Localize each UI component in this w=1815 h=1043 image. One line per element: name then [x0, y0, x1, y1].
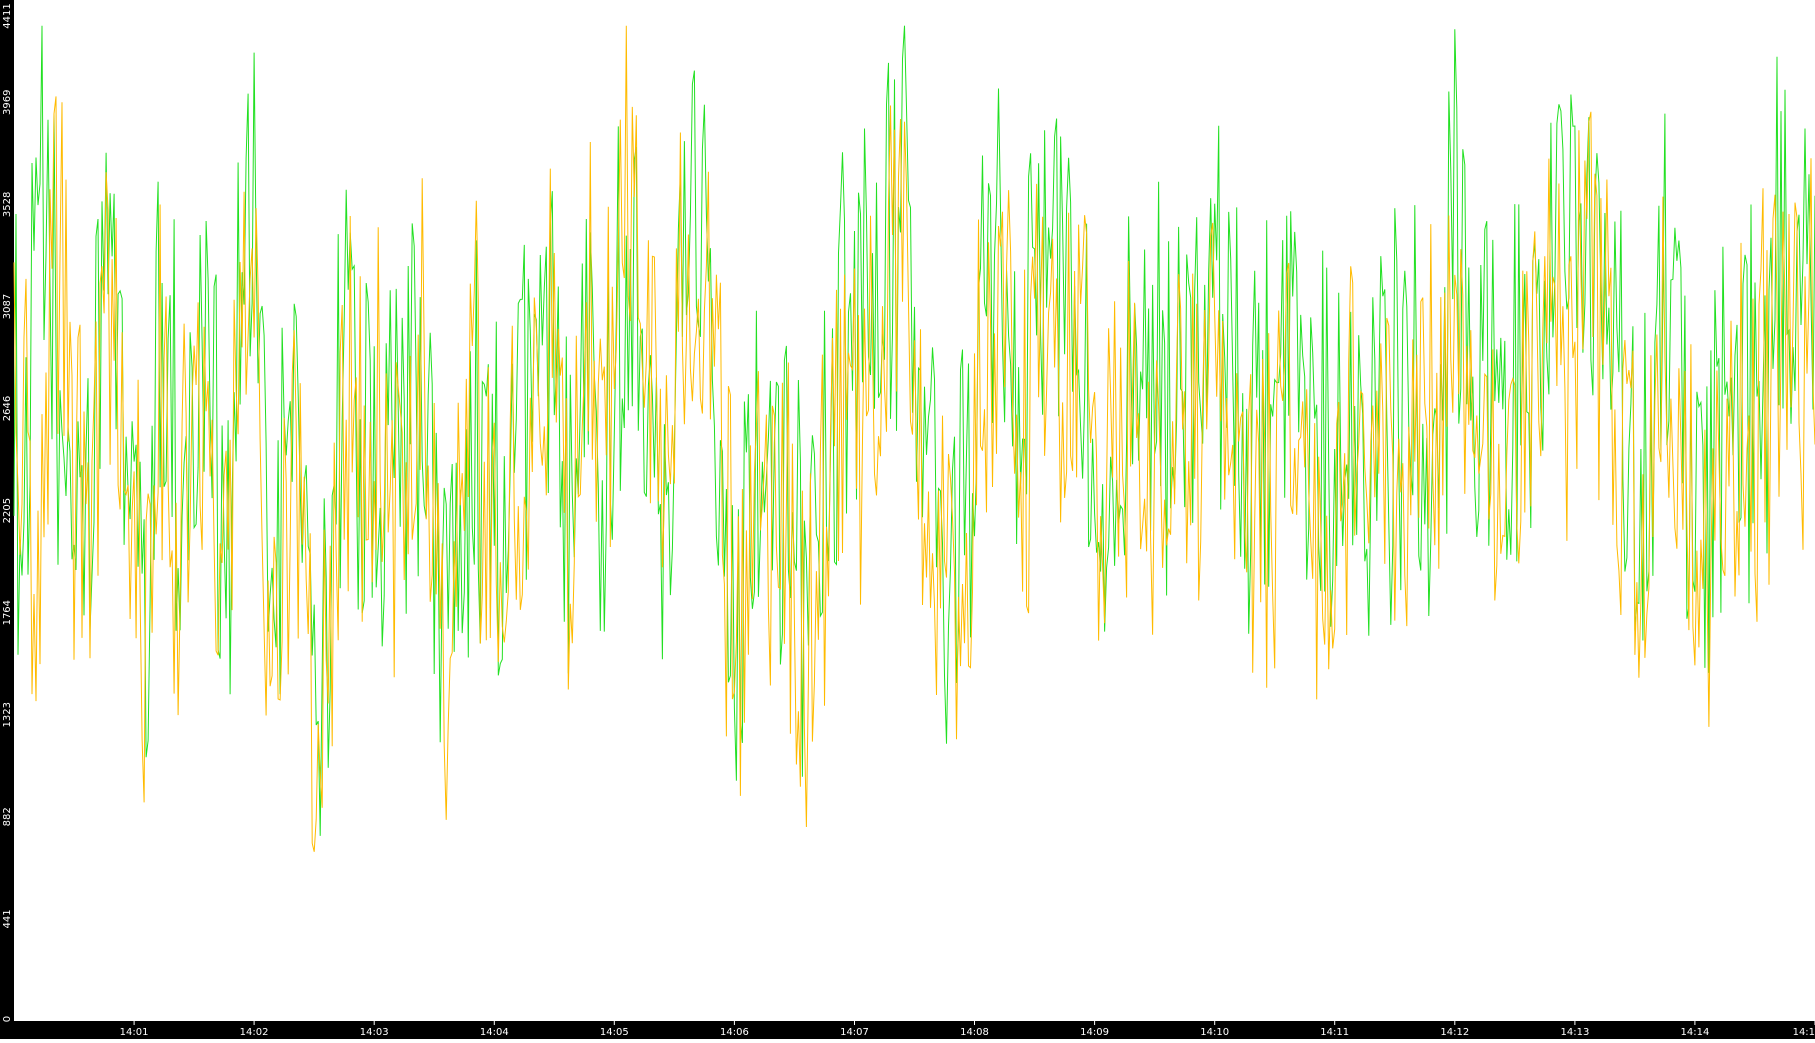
y-tick-label: 882	[2, 807, 13, 826]
x-tick-label: 14:15	[1793, 1027, 1815, 1038]
x-tick-label: 14:04	[480, 1027, 509, 1038]
y-tick-label: 1764	[2, 600, 13, 625]
y-tick-label: 4411	[2, 3, 13, 28]
x-tick-label: 14:08	[960, 1027, 989, 1038]
y-tick-label: 3969	[2, 90, 13, 115]
y-tick-label: 0	[2, 1016, 13, 1022]
x-tick-label: 14:07	[840, 1027, 869, 1038]
x-tick-label: 14:13	[1560, 1027, 1589, 1038]
y-tick-label: 2646	[2, 396, 13, 421]
plot-area	[14, 0, 1815, 1021]
x-tick-label: 14:02	[240, 1027, 269, 1038]
y-tick-label: 3087	[2, 294, 13, 319]
x-tick-label: 14:10	[1200, 1027, 1229, 1038]
x-tick-label: 14:12	[1440, 1027, 1469, 1038]
x-axis-bar	[0, 1021, 1815, 1039]
y-tick-label: 2205	[2, 498, 13, 523]
chart-svg: 044188213231764220526463087352839694411 …	[0, 0, 1815, 1039]
x-tick-label: 14:11	[1320, 1027, 1349, 1038]
y-tick-label: 3528	[2, 192, 13, 217]
x-tick-label: 14:06	[720, 1027, 749, 1038]
x-tick-label: 14:01	[120, 1027, 149, 1038]
time-series-chart: 0 441 882 1323 1764 2205 2646 3087 3528 3969 4411 …	[0, 0, 1815, 1039]
x-tick-label: 14:09	[1080, 1027, 1109, 1038]
x-tick-label: 14:05	[600, 1027, 629, 1038]
y-tick-label: 1323	[2, 702, 13, 727]
y-tick-label: 441	[2, 909, 13, 928]
x-tick-label: 14:03	[360, 1027, 389, 1038]
x-tick-label: 14:14	[1680, 1027, 1709, 1038]
